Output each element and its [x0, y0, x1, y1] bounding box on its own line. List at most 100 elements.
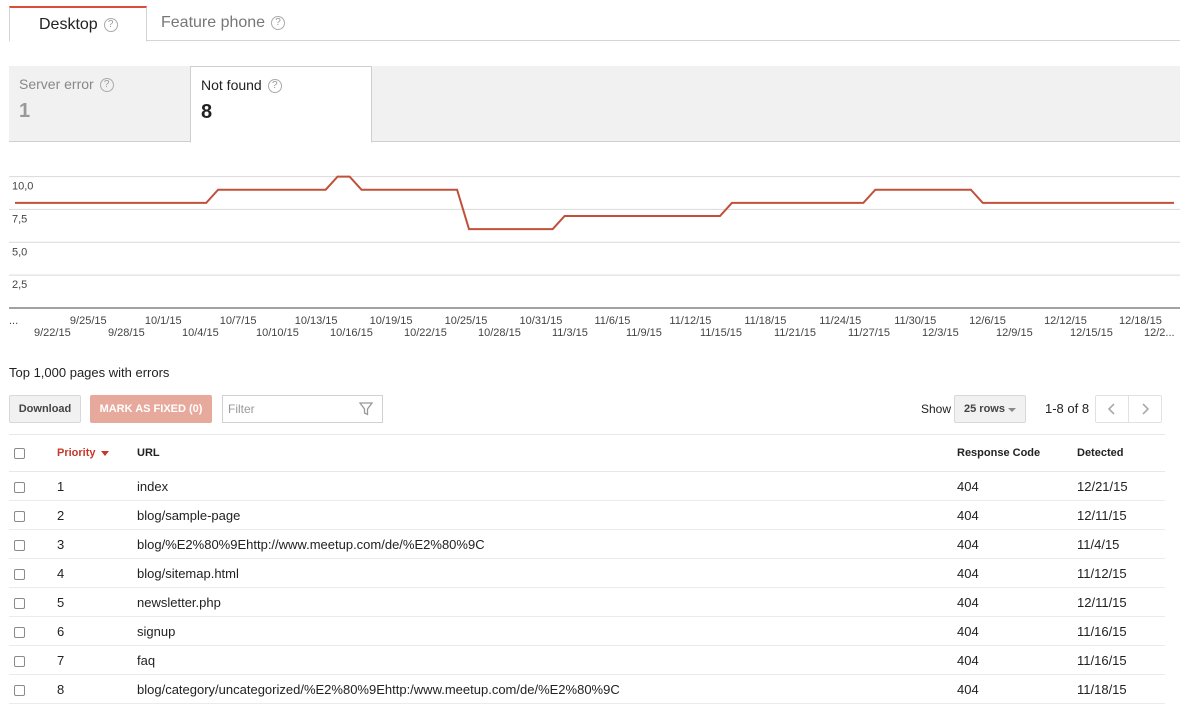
priority-column-header[interactable]: Priority	[57, 435, 137, 472]
row-detected: 12/11/15	[1077, 507, 1127, 523]
row-checkbox[interactable]	[14, 539, 25, 551]
not-found-label: Not found	[201, 77, 262, 93]
tab-desktop[interactable]: Desktop?	[9, 6, 147, 42]
row-priority: 2	[57, 507, 65, 523]
row-url[interactable]: signup	[137, 617, 957, 646]
y-tick-label: 5,0	[12, 246, 27, 258]
x-tick-label: 9/22/15	[34, 327, 71, 339]
rows-per-page-select[interactable]: 25 rows	[954, 395, 1026, 423]
next-page-button[interactable]	[1128, 395, 1162, 423]
not-found-count: 8	[201, 101, 213, 124]
row-url[interactable]: index	[137, 472, 957, 501]
row-detected: 11/16/15	[1077, 652, 1127, 668]
row-detected: 12/11/15	[1077, 594, 1127, 610]
tab-server-error[interactable]: Server error? 1	[9, 66, 190, 142]
row-priority: 5	[57, 594, 65, 610]
x-tick-label: 11/27/15	[848, 327, 890, 339]
row-checkbox[interactable]	[14, 597, 25, 609]
previous-page-button[interactable]	[1095, 395, 1129, 423]
table-row[interactable]: 1 index 404 12/21/15	[9, 472, 1165, 501]
select-all-checkbox[interactable]	[14, 447, 25, 459]
not-found-series-line	[15, 175, 1174, 231]
row-response-code: 404	[957, 507, 979, 523]
mark-as-fixed-button[interactable]: MARK AS FIXED (0)	[90, 395, 212, 423]
x-tick-label: 10/4/15	[182, 327, 219, 339]
x-tick-label: 11/24/15	[819, 315, 861, 327]
pagination-text: 1-8 of 8	[1045, 401, 1090, 416]
tab-feature-phone-label: Feature phone	[161, 14, 266, 31]
row-detected: 11/16/15	[1077, 623, 1127, 639]
row-priority: 8	[57, 681, 65, 697]
table-row[interactable]: 2 blog/sample-page 404 12/11/15	[9, 501, 1165, 530]
x-tick-label: 10/13/15	[295, 315, 338, 327]
x-tick-label: 10/16/15	[330, 327, 373, 339]
tab-not-found[interactable]: Not found? 8	[190, 66, 372, 143]
help-icon[interactable]: ?	[99, 78, 114, 93]
x-tick-label: 12/15/15	[1070, 327, 1113, 339]
row-priority: 6	[57, 623, 65, 639]
row-response-code: 404	[957, 565, 979, 581]
filter-input[interactable]	[223, 396, 348, 422]
row-url[interactable]: blog/sitemap.html	[137, 559, 957, 588]
row-detected: 12/21/15	[1077, 478, 1128, 494]
filter-icon[interactable]	[358, 402, 374, 421]
row-priority: 1	[57, 478, 65, 494]
row-checkbox[interactable]	[14, 510, 25, 522]
chevron-left-icon	[1107, 403, 1115, 415]
row-url[interactable]: faq	[137, 646, 957, 675]
y-tick-label: 7,5	[12, 213, 27, 225]
row-detected: 11/12/15	[1077, 565, 1127, 581]
response-code-column-header[interactable]: Response Code	[957, 435, 1077, 472]
table-row[interactable]: 7 faq 404 11/16/15	[9, 646, 1165, 675]
x-tick-label: 9/25/15	[70, 315, 107, 327]
table-row[interactable]: 5 newsletter.php 404 12/11/15	[9, 588, 1165, 617]
row-checkbox[interactable]	[14, 655, 25, 667]
table-row[interactable]: 6 signup 404 11/16/15	[9, 617, 1165, 646]
row-checkbox[interactable]	[14, 684, 25, 696]
row-priority: 4	[57, 565, 65, 581]
priority-header-label: Priority	[57, 447, 96, 459]
table-row[interactable]: 3 blog/%E2%80%9Ehttp://www.meetup.com/de/…	[9, 530, 1165, 559]
row-detected: 11/18/15	[1077, 681, 1127, 697]
help-icon[interactable]: ?	[103, 17, 118, 32]
row-url[interactable]: blog/category/uncategorized/%E2%80%9Ehtt…	[137, 675, 957, 704]
download-button[interactable]: Download	[9, 395, 81, 423]
url-column-header[interactable]: URL	[137, 435, 957, 472]
row-url[interactable]: blog/%E2%80%9Ehttp://www.meetup.com/de/%…	[137, 530, 957, 559]
x-tick-label: 11/15/15	[700, 327, 742, 339]
row-priority: 3	[57, 536, 65, 552]
x-tick-label: 10/1/15	[145, 315, 182, 327]
row-detected: 11/4/15	[1077, 536, 1120, 552]
row-url[interactable]: newsletter.php	[137, 588, 957, 617]
server-error-label: Server error	[19, 76, 94, 92]
row-checkbox[interactable]	[14, 626, 25, 638]
x-tick-label: 10/10/15	[256, 327, 299, 339]
x-tick-label: 11/21/15	[774, 327, 816, 339]
row-checkbox[interactable]	[14, 481, 25, 493]
row-checkbox[interactable]	[14, 568, 25, 580]
x-tick-label: 11/6/15	[594, 315, 630, 327]
x-tick-label: 12/6/15	[969, 315, 1006, 327]
help-icon[interactable]: ?	[267, 79, 282, 94]
table-row[interactable]: 4 blog/sitemap.html 404 11/12/15	[9, 559, 1165, 588]
table-row[interactable]: 8 blog/category/uncategorized/%E2%80%9Eht…	[9, 675, 1165, 704]
help-icon[interactable]: ?	[271, 15, 286, 30]
sort-descending-icon	[100, 450, 109, 456]
tab-feature-phone[interactable]: Feature phone?	[146, 6, 300, 41]
filter-box	[222, 395, 383, 423]
detected-column-header[interactable]: Detected	[1077, 435, 1165, 472]
x-tick-label: 11/30/15	[894, 315, 936, 327]
row-response-code: 404	[957, 623, 979, 639]
x-tick-label: 11/12/15	[669, 315, 711, 327]
row-response-code: 404	[957, 681, 979, 697]
x-tick-label: 12/3/15	[922, 327, 959, 339]
row-url[interactable]: blog/sample-page	[137, 501, 957, 530]
chevron-right-icon	[1142, 403, 1150, 415]
device-tabs: Desktop? Feature phone?	[9, 6, 1180, 42]
x-tick-label: 10/28/15	[478, 327, 521, 339]
x-tick-label: 10/7/15	[220, 315, 257, 327]
x-tick-label: 12/2...	[1144, 327, 1175, 339]
x-tick-label: 12/18/15	[1119, 315, 1162, 327]
x-tick-label: 9/28/15	[108, 327, 145, 339]
y-tick-label: 2,5	[12, 279, 27, 291]
